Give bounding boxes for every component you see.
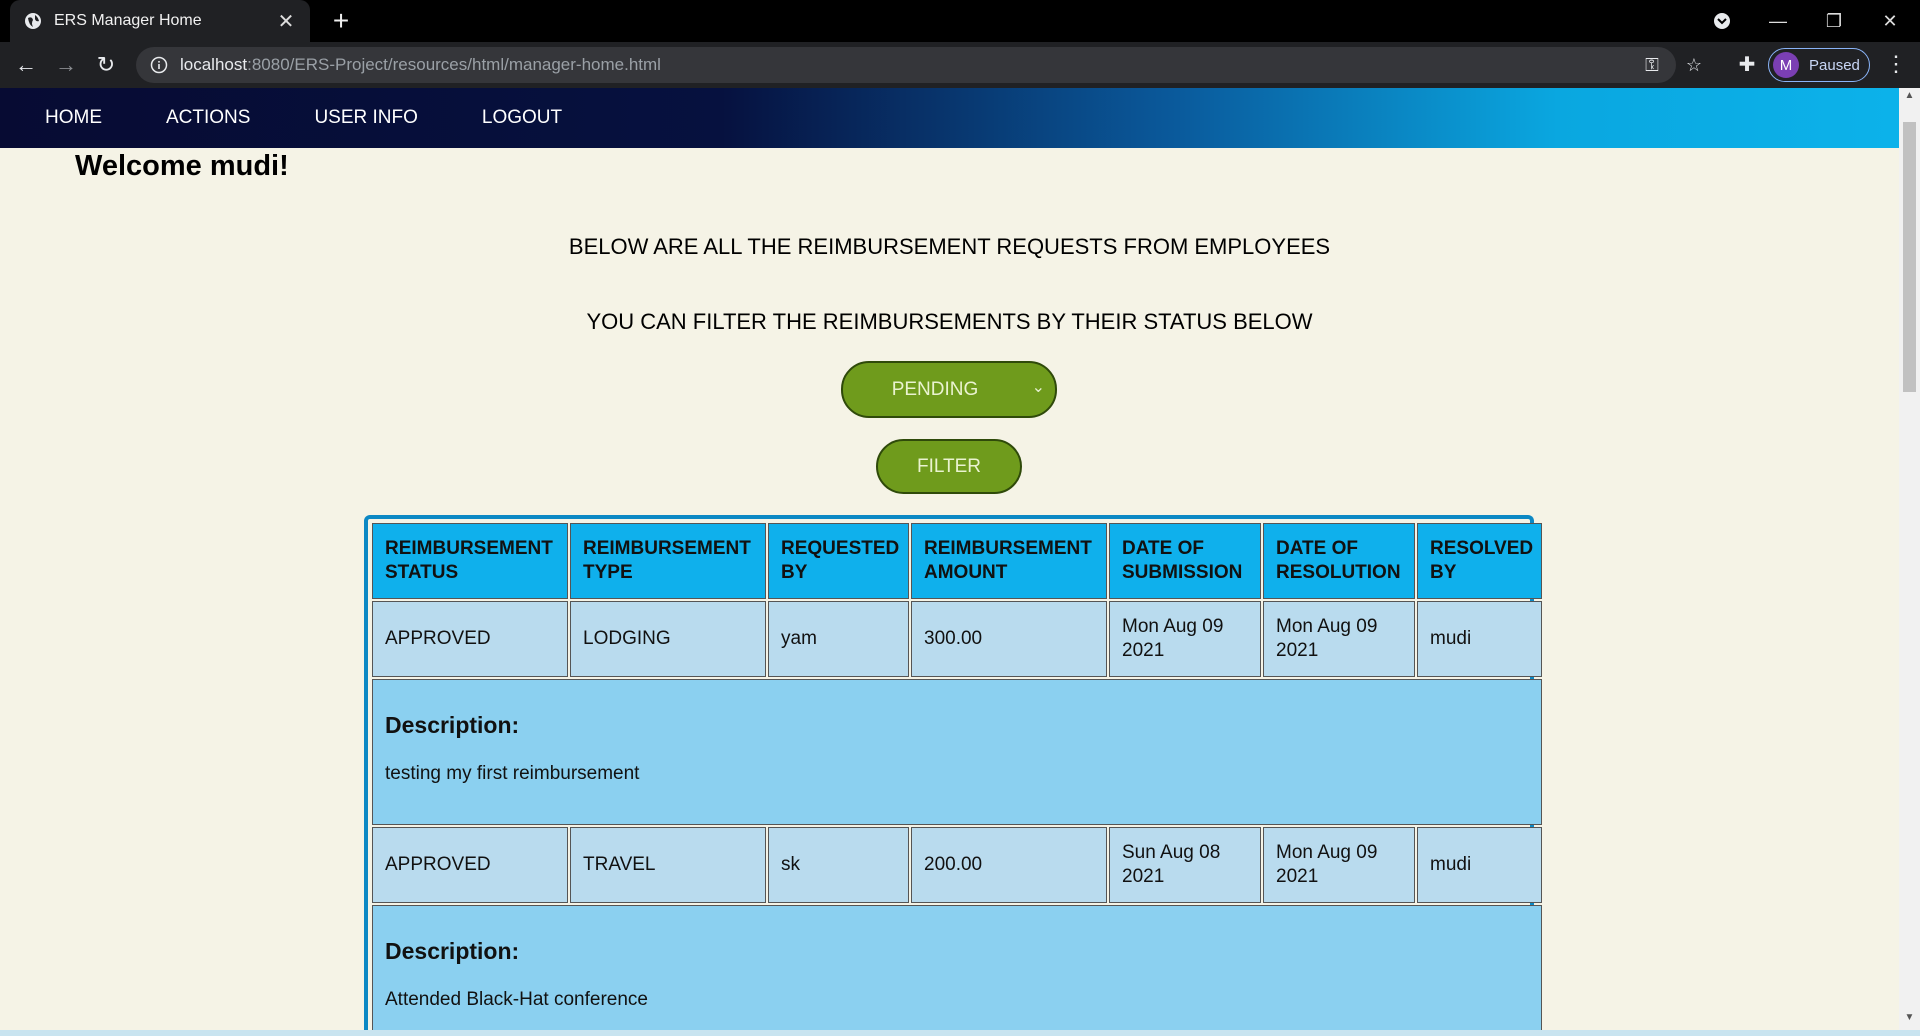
site-navbar: HOME ACTIONS USER INFO LOGOUT [0,88,1899,148]
forward-icon[interactable]: → [50,49,82,81]
cell-status: APPROVED [372,601,568,677]
filter-heading: YOU CAN FILTER THE REIMBURSEMENTS BY THE… [586,309,1313,334]
cell-submission-date: Mon Aug 09 2021 [1109,601,1261,677]
cell-resolution-date: Mon Aug 09 2021 [1263,827,1415,903]
chevron-down-icon: ⌄ [1031,379,1045,396]
tab-search-icon[interactable] [1694,0,1750,42]
page-viewport: HOME ACTIONS USER INFO LOGOUT Welcome mu… [0,88,1899,1030]
cell-resolved-by: mudi [1417,827,1542,903]
welcome-heading: Welcome mudi! [75,150,289,182]
back-icon[interactable]: ← [10,49,42,81]
description-text: testing my first reimbursement [385,763,640,784]
address-bar[interactable]: localhost:8080/ERS-Project/resources/htm… [136,47,1702,83]
cell-resolved-by: mudi [1417,601,1542,677]
description-label: Description: [385,938,520,964]
cell-submission-date: Sun Aug 08 2021 [1109,827,1261,903]
browser-tab-strip: ERS Manager Home ✕ + — ❐ ✕ [0,0,1920,42]
reload-icon[interactable]: ↻ [90,49,122,81]
browser-tab[interactable]: ERS Manager Home ✕ [10,0,310,42]
header-status: REIMBURSEMENT STATUS [372,523,568,599]
status-select[interactable]: PENDING ⌄ [841,361,1057,418]
minimize-icon[interactable]: — [1750,0,1806,42]
url-text: localhost:8080/ERS-Project/resources/htm… [180,55,661,75]
horizontal-scrollbar[interactable] [0,1030,1920,1036]
tab-title: ERS Manager Home [54,12,202,29]
scroll-up-icon[interactable]: ▲ [1899,90,1920,106]
profile-status: Paused [1809,56,1860,74]
kebab-menu-icon[interactable]: ⋮ [1884,52,1908,78]
nav-user-info[interactable]: USER INFO [314,107,417,129]
description-row: Description: testing my first reimbursem… [372,679,1542,825]
header-submission-date: DATE OF SUBMISSION [1109,523,1261,599]
header-requested-by: REQUESTED BY [768,523,909,599]
globe-icon [25,13,41,29]
description-text: Attended Black-Hat conference [385,989,648,1010]
info-icon[interactable] [150,56,168,74]
header-amount: REIMBURSEMENT AMOUNT [911,523,1107,599]
puzzle-icon[interactable]: ✚ [1735,54,1759,78]
cell-amount: 200.00 [911,827,1107,903]
header-resolution-date: DATE OF RESOLUTION [1263,523,1415,599]
table-grid: REIMBURSEMENT STATUS REIMBURSEMENT TYPE … [372,523,1542,1030]
plus-icon[interactable]: + [325,6,357,38]
vertical-scrollbar[interactable]: ▲ ▼ [1899,88,1920,1030]
cell-amount: 300.00 [911,601,1107,677]
avatar: M [1773,52,1799,78]
description-label: Description: [385,712,520,738]
key-icon[interactable]: ⚿ [1640,53,1664,77]
reimbursement-table: REIMBURSEMENT STATUS REIMBURSEMENT TYPE … [364,515,1542,1030]
filter-button[interactable]: FILTER [876,439,1022,494]
browser-toolbar: ← → ↻ localhost:8080/ERS-Project/resourc… [0,42,1920,88]
scrollbar-thumb[interactable] [1903,122,1916,392]
cell-requested-by: yam [768,601,909,677]
status-selected-value: PENDING [891,378,979,400]
nav-home[interactable]: HOME [45,107,102,129]
nav-logout[interactable]: LOGOUT [482,107,562,129]
cell-resolution-date: Mon Aug 09 2021 [1263,601,1415,677]
cell-status: APPROVED [372,827,568,903]
cell-type: TRAVEL [570,827,766,903]
nav-actions[interactable]: ACTIONS [166,107,250,129]
header-resolved-by: RESOLVED BY [1417,523,1542,599]
url-path: :8080/ERS-Project/resources/html/manager… [247,55,661,74]
url-host: localhost [180,55,248,74]
cell-requested-by: sk [768,827,909,903]
description-row: Description: Attended Black-Hat conferen… [372,905,1542,1030]
close-icon[interactable]: ✕ [276,9,296,34]
cell-type: LODGING [570,601,766,677]
restore-icon[interactable]: ❐ [1806,0,1862,42]
scroll-down-icon[interactable]: ▼ [1899,1012,1920,1028]
profile-button[interactable]: M Paused [1768,48,1870,82]
header-type: REIMBURSEMENT TYPE [570,523,766,599]
star-icon[interactable]: ☆ [1682,53,1706,77]
requests-heading: BELOW ARE ALL THE REIMBURSEMENT REQUESTS… [568,234,1331,259]
close-window-icon[interactable]: ✕ [1862,0,1918,42]
